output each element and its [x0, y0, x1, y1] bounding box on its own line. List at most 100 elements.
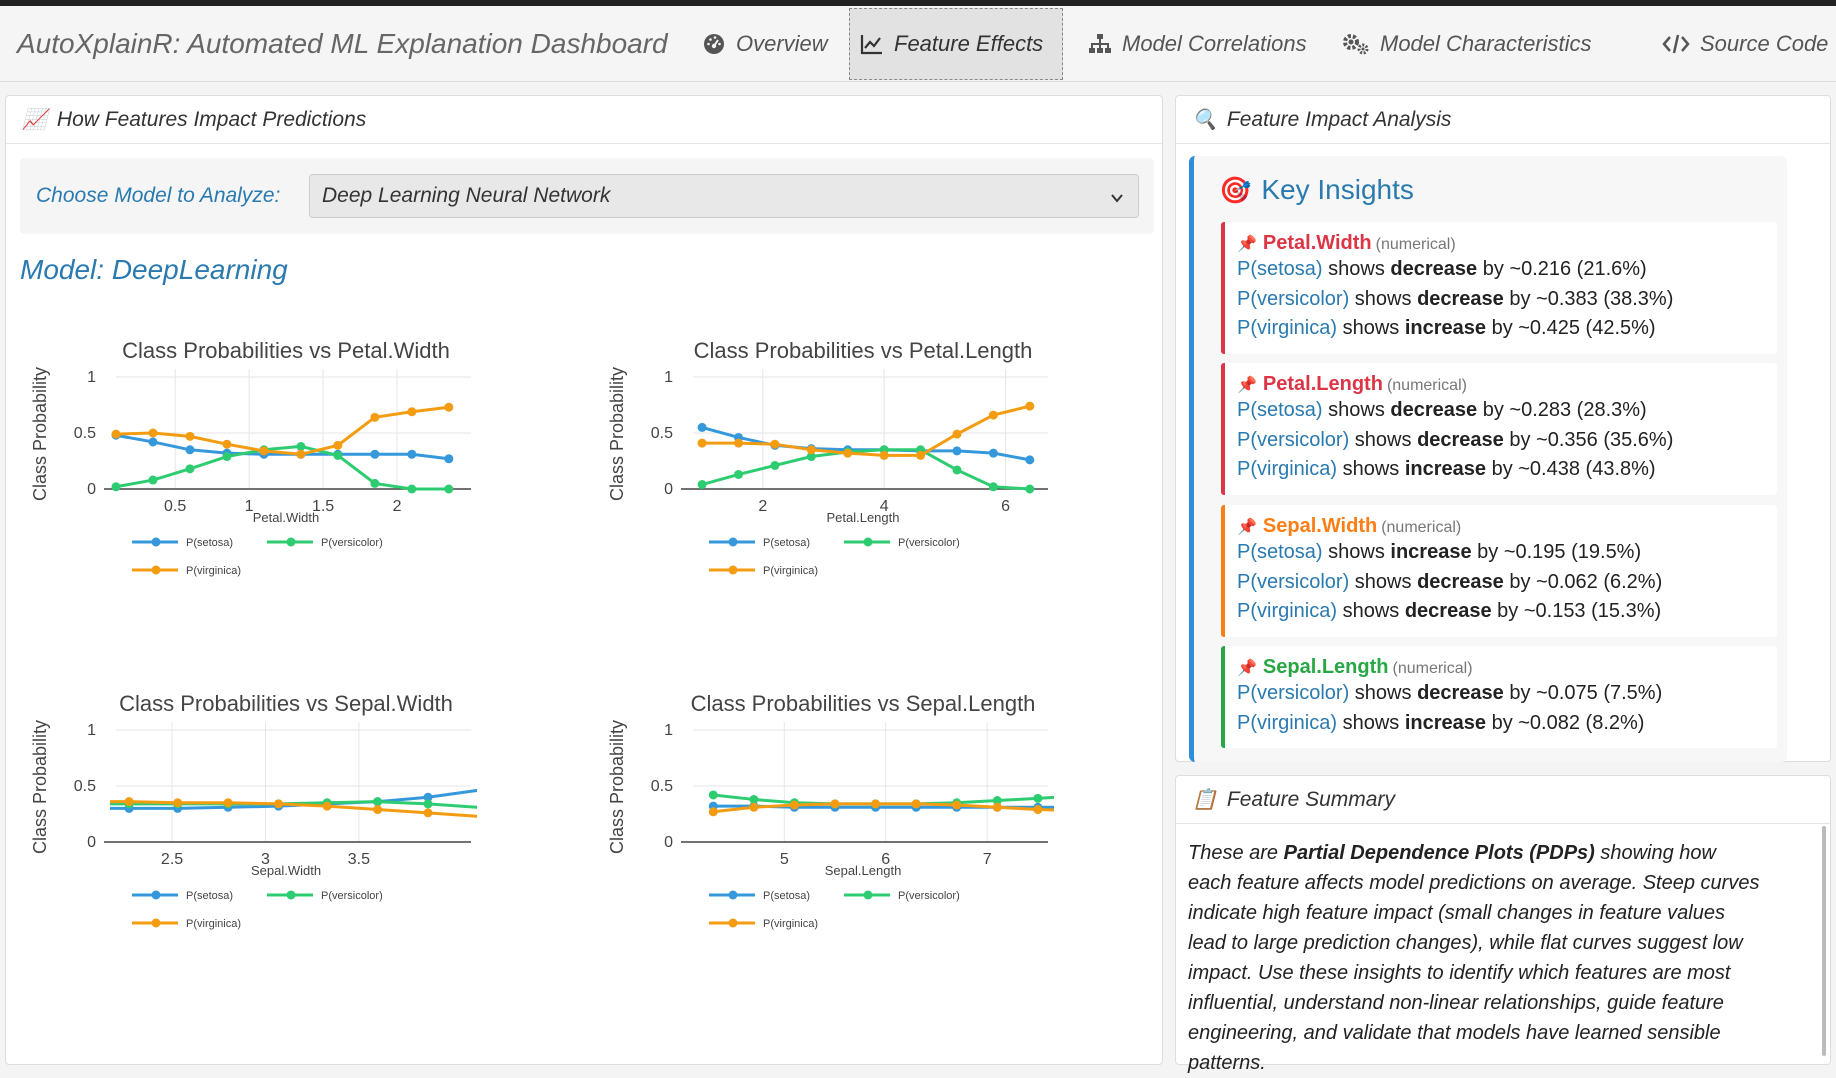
- class-name: P(virginica): [1237, 600, 1338, 622]
- data-point: [222, 439, 232, 449]
- data-point: [911, 799, 921, 809]
- y-tick-label: 0: [87, 481, 96, 498]
- data-point: [952, 465, 962, 475]
- data-point: [1025, 455, 1035, 465]
- x-tick-label: 6: [1001, 498, 1010, 515]
- tab-model-correlations[interactable]: Model Correlations: [1078, 8, 1317, 80]
- data-point: [871, 799, 881, 809]
- plot-area: [111, 402, 454, 494]
- data-point: [992, 802, 1002, 812]
- insight-card: 📌 Sepal.Length (numerical) P(versicolor) sh…: [1221, 646, 1777, 748]
- data-point: [806, 445, 816, 455]
- y-tick-label: 0.5: [74, 778, 96, 795]
- data-point: [1033, 793, 1043, 803]
- data-point: [697, 438, 707, 448]
- data-point: [697, 480, 707, 490]
- insight-line: P(setosa) shows decrease by ~0.283 (28.3…: [1237, 396, 1765, 426]
- insight-card-header: 📌 Sepal.Width (numerical): [1237, 515, 1765, 538]
- legend-marker: [151, 565, 161, 575]
- data-point: [1025, 484, 1035, 494]
- effect-size: by ~0.425 (42.5%): [1486, 317, 1656, 339]
- summary-rest: showing how each feature affects model p…: [1188, 842, 1760, 1074]
- data-point: [770, 460, 780, 470]
- data-point: [148, 428, 158, 438]
- data-point: [749, 794, 759, 804]
- insight-card-header: 📌 Petal.Width (numerical): [1237, 232, 1765, 255]
- magnifier-icon: 🔍: [1192, 109, 1217, 131]
- data-point: [333, 440, 343, 450]
- x-tick-label: 7: [983, 851, 992, 868]
- insight-text: shows: [1322, 258, 1391, 280]
- data-point: [988, 448, 998, 458]
- data-point: [879, 450, 889, 460]
- data-point: [259, 446, 269, 456]
- y-tick-label: 0.5: [74, 425, 96, 442]
- chart-title: Class Probabilities vs Sepal.Length: [691, 691, 1036, 716]
- data-point: [185, 445, 195, 455]
- chart-svg: Class Probabilities vs Petal.Width0.5 1 1.…: [30, 338, 471, 577]
- legend-marker: [728, 918, 738, 928]
- series-line: [702, 404, 1031, 457]
- class-name: P(virginica): [1237, 711, 1338, 734]
- summary-intro: These are: [1188, 842, 1284, 864]
- x-axis-label: Petal.Width: [253, 510, 319, 525]
- effect-direction: decrease: [1417, 682, 1504, 704]
- insight-text: shows: [1349, 428, 1418, 451]
- pin-icon: 📌: [1237, 377, 1257, 394]
- pdp-chart-petal-length: Class Probabilities vs Petal.Length 2 4 6 0 0…: [593, 306, 1153, 636]
- effect-direction: decrease: [1417, 428, 1504, 451]
- effect-direction: decrease: [1404, 600, 1492, 622]
- legend-marker: [151, 537, 161, 547]
- data-point: [697, 422, 707, 432]
- data-point: [423, 808, 433, 818]
- data-point: [444, 402, 454, 412]
- scrollbar[interactable]: [1822, 826, 1826, 1056]
- tab-source-code[interactable]: Source Code: [1652, 8, 1836, 80]
- legend-marker: [728, 565, 738, 575]
- tab-model-characteristics[interactable]: Model Characteristics: [1332, 8, 1602, 80]
- chart-title: Class Probabilities vs Petal.Width: [122, 338, 450, 363]
- feature-type: (numerical): [1375, 236, 1456, 253]
- model-select[interactable]: Deep Learning Neural Network: [309, 174, 1139, 218]
- data-point: [749, 802, 759, 812]
- data-point: [843, 448, 853, 458]
- legend-label: P(setosa): [763, 890, 810, 902]
- effect-size: by ~0.153 (15.3%): [1491, 600, 1662, 622]
- data-point: [789, 800, 799, 810]
- chart-title: Class Probabilities vs Sepal.Width: [119, 691, 453, 716]
- data-point: [185, 464, 195, 474]
- effect-size: by ~0.383 (38.3%): [1503, 287, 1674, 310]
- feature-name: Petal.Width: [1262, 232, 1372, 254]
- data-point: [444, 454, 454, 464]
- data-point: [373, 805, 383, 815]
- legend-marker: [286, 537, 296, 547]
- y-tick-label: 0: [664, 481, 673, 498]
- feature-type: (numerical): [1381, 519, 1462, 536]
- effect-direction: increase: [1404, 317, 1487, 339]
- legend-marker: [863, 890, 873, 900]
- y-tick-label: 0: [664, 834, 673, 851]
- effect-direction: decrease: [1417, 287, 1504, 310]
- effect-size: by ~0.356 (35.6%): [1503, 428, 1674, 451]
- x-tick-label: 3.5: [348, 851, 370, 868]
- insight-text: shows: [1337, 317, 1405, 339]
- model-select-value: Deep Learning Neural Network: [322, 184, 611, 207]
- legend-label: P(setosa): [186, 537, 233, 549]
- effect-direction: increase: [1390, 541, 1472, 563]
- feature-type: (numerical): [1392, 660, 1473, 677]
- summary-bold: Partial Dependence Plots (PDPs): [1283, 842, 1595, 864]
- code-icon: [1662, 33, 1690, 55]
- data-point: [124, 797, 134, 807]
- data-point: [296, 449, 306, 459]
- x-tick-label: 2: [758, 498, 767, 515]
- legend-marker: [728, 537, 738, 547]
- tab-overview[interactable]: Overview: [692, 8, 838, 80]
- class-name: P(virginica): [1237, 458, 1338, 480]
- panel-header: 📋 Feature Summary: [1176, 776, 1830, 824]
- data-point: [830, 799, 840, 809]
- y-tick-label: 1: [664, 722, 673, 739]
- tab-feature-effects[interactable]: Feature Effects: [849, 8, 1063, 80]
- model-title: Model: DeepLearning: [20, 254, 288, 285]
- data-point: [988, 410, 998, 420]
- data-point: [444, 484, 454, 494]
